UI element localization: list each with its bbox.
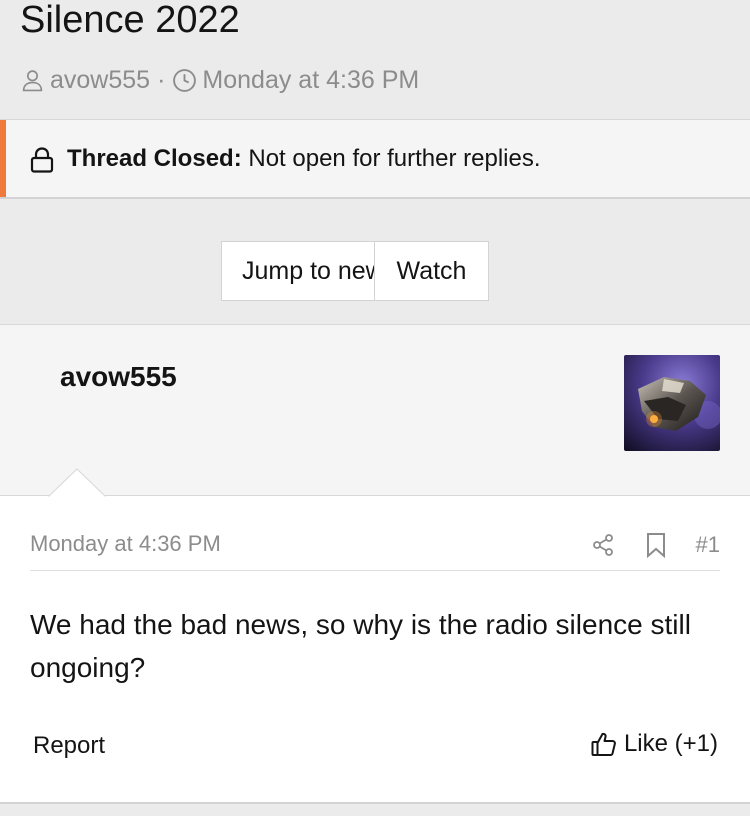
post-tools: #1 bbox=[590, 530, 720, 560]
post-username[interactable]: avow555 bbox=[60, 361, 177, 393]
thread-author-link[interactable]: avow555 bbox=[50, 66, 150, 95]
post-number-link[interactable]: #1 bbox=[696, 532, 720, 558]
share-icon[interactable] bbox=[590, 530, 616, 560]
thread-header: Silence 2022 avow555 · Monday at 4:36 PM bbox=[0, 0, 750, 119]
report-link[interactable]: Report bbox=[33, 732, 105, 760]
thread-meta: avow555 · Monday at 4:36 PM bbox=[20, 64, 419, 96]
bookmark-icon[interactable] bbox=[644, 530, 668, 560]
page-title: Silence 2022 bbox=[20, 0, 240, 41]
thread-actions: Jump to new Watch bbox=[221, 241, 489, 301]
thread-closed-notice: Thread Closed: Not open for further repl… bbox=[0, 119, 750, 199]
notice-text: Thread Closed: Not open for further repl… bbox=[67, 144, 541, 174]
clock-icon bbox=[172, 68, 197, 93]
watch-button[interactable]: Watch bbox=[374, 242, 488, 300]
like-button[interactable]: Like (+1) bbox=[591, 730, 718, 758]
thumbs-up-icon bbox=[591, 731, 617, 757]
jump-to-new-button[interactable]: Jump to new bbox=[222, 242, 384, 300]
post-divider bbox=[30, 570, 720, 571]
notice-message: Not open for further replies. bbox=[248, 145, 541, 172]
user-arrow bbox=[48, 468, 106, 498]
notice-label: Thread Closed: bbox=[67, 145, 242, 172]
lock-icon bbox=[30, 147, 54, 173]
thread-date-link[interactable]: Monday at 4:36 PM bbox=[202, 66, 419, 95]
post-body: We had the bad news, so why is the radio… bbox=[30, 609, 691, 683]
avatar[interactable] bbox=[624, 355, 720, 451]
notice-accent-bar bbox=[0, 120, 6, 197]
post-message: avow555 Monday at 4:36 PM #1 We had the … bbox=[0, 324, 750, 804]
meta-separator: · bbox=[157, 65, 166, 94]
post-user-block: avow555 bbox=[0, 325, 750, 496]
post-date-link[interactable]: Monday at 4:36 PM bbox=[30, 531, 221, 557]
like-label: Like (+1) bbox=[623, 730, 718, 757]
user-icon bbox=[20, 68, 45, 93]
